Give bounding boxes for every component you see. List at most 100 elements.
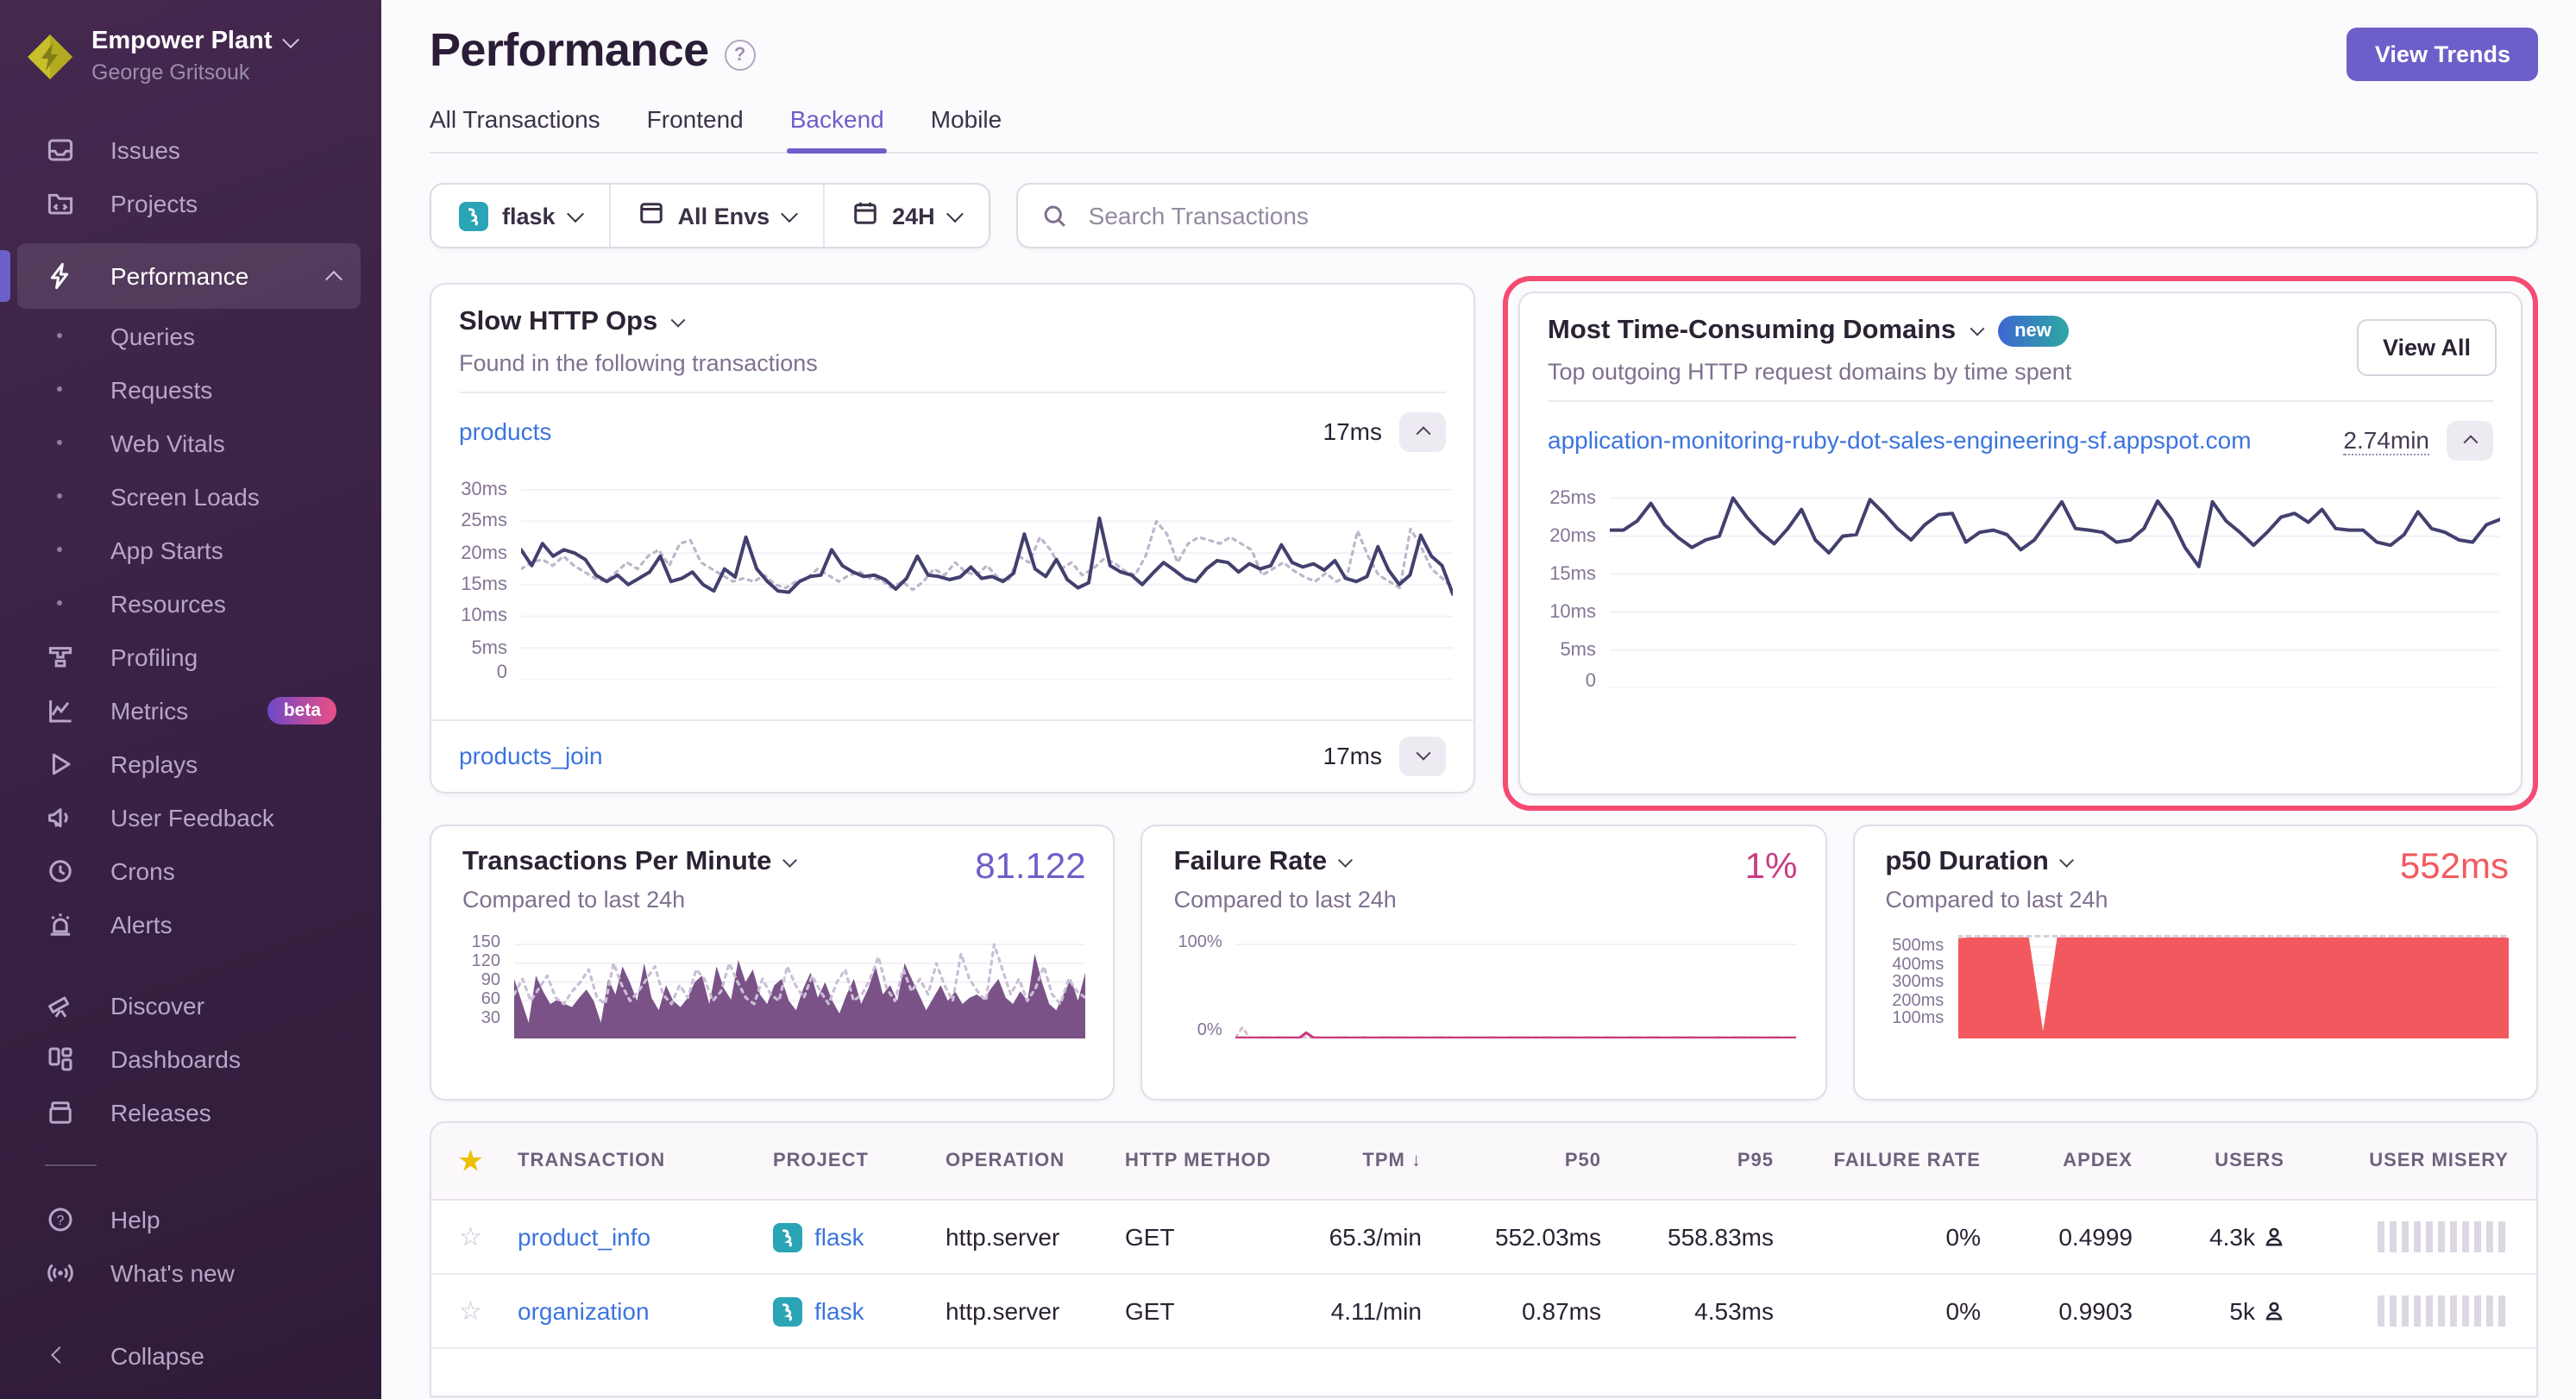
org-user: George Gritsouk xyxy=(91,60,297,85)
operation-cell: http.server xyxy=(946,1297,1125,1325)
widget-subtitle: Compared to last 24h xyxy=(1875,887,2509,913)
sidebar-item-discover[interactable]: Discover xyxy=(0,978,381,1032)
chevron-down-icon xyxy=(1970,322,1984,336)
org-switcher[interactable]: Empower Plant George Gritsouk xyxy=(0,0,381,102)
environment-filter[interactable]: All Envs xyxy=(609,185,824,247)
bullet-icon xyxy=(45,535,74,564)
widget-title[interactable]: p50 Duration xyxy=(1885,847,2048,878)
flask-project-icon xyxy=(459,201,488,230)
project-cell[interactable]: flask xyxy=(773,1222,946,1252)
chevron-down-icon xyxy=(946,204,964,222)
failure-rate-cell: 0% xyxy=(1774,1223,1981,1251)
sidebar-item-resources[interactable]: Resources xyxy=(0,576,381,630)
sidebar-item-alerts[interactable]: Alerts xyxy=(0,897,381,950)
megaphone-icon xyxy=(45,802,74,831)
sidebar-item-label: Help xyxy=(110,1205,160,1233)
tpm-panel: Transactions Per Minute 81.122 Compared … xyxy=(430,825,1115,1101)
collapse-row-button[interactable] xyxy=(2447,420,2493,460)
p50-chart: 500ms400ms300ms200ms100ms xyxy=(1875,935,2509,1066)
tab-frontend[interactable]: Frontend xyxy=(647,105,744,152)
search-input[interactable] xyxy=(1085,200,2512,231)
sidebar-item-releases[interactable]: Releases xyxy=(0,1085,381,1139)
col-user-misery[interactable]: USER MISERY xyxy=(2284,1151,2509,1171)
time-spent-value[interactable]: 2.74min xyxy=(2343,425,2429,455)
sidebar-item-performance[interactable]: Performance xyxy=(17,243,361,309)
tab-backend[interactable]: Backend xyxy=(790,105,884,152)
tpm-value: 81.122 xyxy=(975,847,1085,888)
transaction-link[interactable]: organization xyxy=(518,1297,773,1325)
col-apdex[interactable]: APDEX xyxy=(1981,1151,2133,1171)
p50-duration-panel: p50 Duration 552ms Compared to last 24h … xyxy=(1852,825,2538,1101)
transaction-link[interactable]: products_join xyxy=(459,742,603,769)
project-cell[interactable]: flask xyxy=(773,1296,946,1326)
date-range-filter[interactable]: 24H xyxy=(823,185,989,247)
star-outline-icon[interactable]: ☆ xyxy=(459,1295,518,1327)
failure-rate-panel: Failure Rate 1% Compared to last 24h 100… xyxy=(1141,825,1827,1101)
users-cell: 5k xyxy=(2133,1297,2284,1325)
org-name: Empower Plant xyxy=(91,28,273,55)
sidebar-item-crons[interactable]: Crons xyxy=(0,844,381,897)
table-row: ☆ organization flask http.server GET 4.1… xyxy=(431,1275,2536,1349)
col-p50[interactable]: P50 xyxy=(1422,1151,1601,1171)
col-users[interactable]: USERS xyxy=(2133,1151,2284,1171)
y-axis: 150120906030 xyxy=(452,935,514,1038)
sidebar-item-metrics[interactable]: Metrics beta xyxy=(0,683,381,737)
col-http-method[interactable]: HTTP METHOD xyxy=(1125,1151,1318,1171)
y-axis: 100%0% xyxy=(1164,935,1236,1038)
col-tpm[interactable]: TPM ↓ xyxy=(1318,1151,1422,1171)
col-transaction[interactable]: TRANSACTION xyxy=(518,1151,773,1171)
chevron-up-icon xyxy=(325,270,342,287)
chevron-down-icon xyxy=(671,313,686,328)
star-outline-icon[interactable]: ☆ xyxy=(459,1221,518,1252)
col-project[interactable]: PROJECT xyxy=(773,1151,946,1171)
collapse-row-button[interactable] xyxy=(1399,411,1446,451)
sidebar-item-requests[interactable]: Requests xyxy=(0,362,381,416)
widget-title[interactable]: Most Time-Consuming Domains xyxy=(1548,316,1956,347)
sidebar-item-profiling[interactable]: Profiling xyxy=(0,630,381,683)
sidebar-item-help[interactable]: ? Help xyxy=(0,1192,381,1245)
sidebar-item-queries[interactable]: Queries xyxy=(0,309,381,362)
widget-title[interactable]: Transactions Per Minute xyxy=(462,847,771,878)
beta-badge: beta xyxy=(268,696,336,724)
bullet-icon xyxy=(45,481,74,511)
tab-all-transactions[interactable]: All Transactions xyxy=(430,105,600,152)
star-icon[interactable]: ★ xyxy=(459,1145,518,1176)
sidebar-item-issues[interactable]: Issues xyxy=(0,122,381,176)
col-operation[interactable]: OPERATION xyxy=(946,1151,1125,1171)
sidebar-item-label: Resources xyxy=(110,589,226,617)
bullet-icon xyxy=(45,588,74,618)
sidebar-item-user-feedback[interactable]: User Feedback xyxy=(0,790,381,844)
domain-link[interactable]: application-monitoring-ruby-dot-sales-en… xyxy=(1548,426,2252,454)
sidebar-item-label: Projects xyxy=(110,189,198,216)
sidebar-item-replays[interactable]: Replays xyxy=(0,737,381,790)
expand-row-button[interactable] xyxy=(1399,736,1446,775)
sidebar-item-whats-new[interactable]: What's new xyxy=(0,1245,381,1299)
project-filter[interactable]: flask xyxy=(431,185,609,247)
transaction-link[interactable]: product_info xyxy=(518,1223,773,1251)
sidebar-item-app-starts[interactable]: App Starts xyxy=(0,523,381,576)
lightning-icon xyxy=(45,261,74,291)
telescope-icon xyxy=(45,990,74,1019)
tab-mobile[interactable]: Mobile xyxy=(931,105,1002,152)
sidebar-item-web-vitals[interactable]: Web Vitals xyxy=(0,416,381,469)
view-trends-button[interactable]: View Trends xyxy=(2347,28,2538,81)
widget-title[interactable]: Slow HTTP Ops xyxy=(459,307,657,338)
view-all-button[interactable]: View All xyxy=(2357,319,2497,376)
user-icon xyxy=(2264,1301,2284,1321)
projects-icon xyxy=(45,188,74,217)
sidebar-divider xyxy=(45,1164,97,1166)
col-failure-rate[interactable]: FAILURE RATE xyxy=(1774,1151,1981,1171)
sidebar-item-projects[interactable]: Projects xyxy=(0,176,381,229)
widget-title[interactable]: Failure Rate xyxy=(1174,847,1327,878)
page-title: Performance xyxy=(430,24,709,78)
sidebar-collapse-button[interactable]: Collapse xyxy=(0,1328,381,1382)
metrics-icon xyxy=(45,695,74,725)
transaction-link[interactable]: products xyxy=(459,417,551,445)
col-p95[interactable]: P95 xyxy=(1601,1151,1774,1171)
sidebar-item-dashboards[interactable]: Dashboards xyxy=(0,1032,381,1085)
tpm-cell: 65.3/min xyxy=(1318,1223,1422,1251)
sidebar-item-screen-loads[interactable]: Screen Loads xyxy=(0,469,381,523)
filter-bar: flask All Envs 24H xyxy=(430,183,990,248)
new-badge: new xyxy=(1997,316,2069,347)
help-circle-icon[interactable]: ? xyxy=(725,39,756,70)
